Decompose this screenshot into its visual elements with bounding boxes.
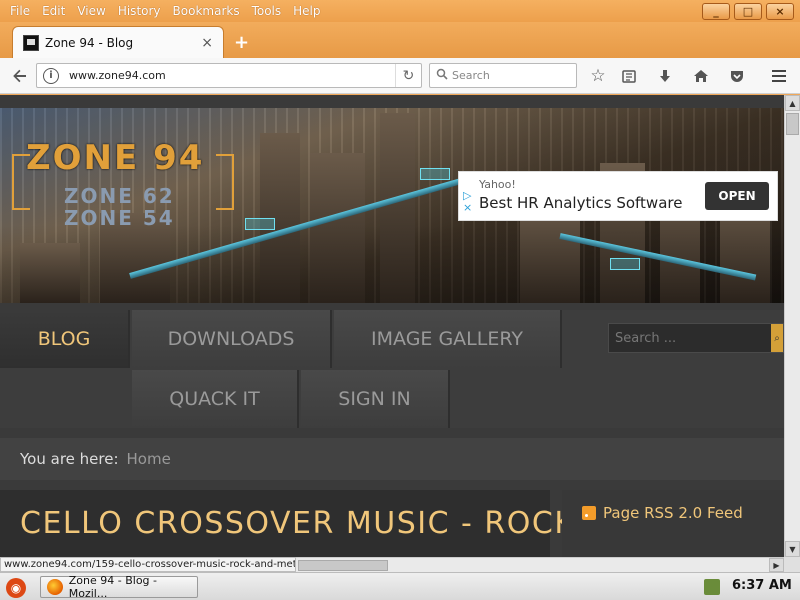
ubuntu-menu-icon[interactable]: ◉: [6, 578, 26, 598]
network-tray-icon[interactable]: [704, 579, 720, 595]
site-navigation: BLOG DOWNLOADS IMAGE GALLERY QUACK IT SI…: [0, 310, 784, 428]
scroll-right-icon[interactable]: ▶: [769, 558, 784, 572]
nav-downloads[interactable]: DOWNLOADS: [132, 310, 332, 368]
taskbar-firefox-window[interactable]: Zone 94 - Blog - Mozil...: [40, 574, 198, 600]
rss-feed-link[interactable]: Page RSS 2.0 Feed: [582, 504, 743, 522]
logo-subtext-1: ZONE 62: [64, 184, 175, 208]
scroll-down-icon[interactable]: ▼: [785, 541, 800, 557]
status-link-preview: www.zone94.com/159-cello-crossover-music…: [0, 557, 296, 572]
site-search-input[interactable]: [615, 330, 765, 346]
advertisement-banner[interactable]: ▷ × Yahoo! Best HR Analytics Software OPE…: [458, 171, 778, 221]
article-panel: CELLO CROSSOVER MUSIC - ROCK AND: [0, 490, 656, 557]
scroll-corner: [784, 557, 800, 572]
reading-list-icon[interactable]: [619, 66, 639, 86]
close-window-button[interactable]: ×: [766, 3, 794, 20]
ad-open-button[interactable]: OPEN: [705, 182, 769, 210]
rss-feed-label: Page RSS 2.0 Feed: [603, 504, 743, 522]
url-text[interactable]: www.zone94.com: [69, 69, 395, 82]
minimize-button[interactable]: _: [702, 3, 730, 20]
tab-strip: Zone 94 - Blog × +: [0, 22, 800, 58]
site-search-box[interactable]: ⌕: [608, 323, 784, 353]
taskbar-window-label: Zone 94 - Blog - Mozil...: [68, 574, 157, 600]
ad-provider: Yahoo!: [479, 178, 516, 191]
horizontal-scrollbar[interactable]: ▶: [296, 557, 784, 572]
system-clock[interactable]: 6:37 AM: [732, 578, 792, 593]
info-icon[interactable]: i: [43, 67, 59, 84]
menu-view[interactable]: View: [71, 4, 111, 18]
scroll-up-icon[interactable]: ▲: [785, 95, 800, 111]
vertical-scroll-thumb[interactable]: [786, 113, 799, 135]
menu-icon[interactable]: [769, 66, 789, 86]
menu-tools[interactable]: Tools: [246, 4, 288, 18]
download-icon[interactable]: [655, 66, 675, 86]
nav-quack-it[interactable]: QUACK IT: [132, 370, 299, 428]
close-tab-icon[interactable]: ×: [201, 35, 213, 51]
menu-edit[interactable]: Edit: [36, 4, 71, 18]
window-controls: _ □ ×: [702, 3, 794, 20]
ad-headline[interactable]: Best HR Analytics Software: [479, 194, 682, 212]
new-tab-button[interactable]: +: [234, 32, 249, 53]
rss-icon: [582, 506, 596, 520]
pocket-icon[interactable]: [727, 66, 747, 86]
logo-text: ZONE 94: [26, 138, 205, 178]
menu-history[interactable]: History: [112, 4, 167, 18]
breadcrumb: You are here: Home: [0, 438, 784, 480]
site-search-button[interactable]: ⌕: [771, 324, 783, 352]
back-arrow-icon[interactable]: [10, 66, 30, 86]
url-bar[interactable]: i www.zone94.com ↻: [36, 63, 422, 88]
navigation-toolbar: i www.zone94.com ↻ ☆: [0, 58, 800, 94]
site-favicon-icon: [23, 34, 39, 51]
tab-title: Zone 94 - Blog: [45, 35, 134, 50]
logo-subtext-2: ZONE 54: [64, 206, 175, 230]
nav-sign-in[interactable]: SIGN IN: [301, 370, 450, 428]
menu-help[interactable]: Help: [287, 4, 326, 18]
system-taskbar: ◉ Zone 94 - Blog - Mozil... 6:37 AM: [0, 572, 800, 600]
firefox-icon: [47, 579, 63, 595]
star-icon[interactable]: ☆: [588, 66, 608, 86]
breadcrumb-label: You are here:: [20, 450, 119, 468]
page-viewport: ZONE 94 ZONE 62 ZONE 54 ▷ × Yahoo! Best H…: [0, 95, 784, 557]
header-banner-image: ZONE 94 ZONE 62 ZONE 54 ▷ × Yahoo! Best H…: [0, 108, 784, 303]
reload-icon[interactable]: ↻: [395, 64, 421, 87]
search-icon: [436, 68, 448, 83]
vertical-scrollbar[interactable]: ▲ ▼: [784, 95, 800, 557]
adchoices-icon[interactable]: ▷ ×: [463, 190, 472, 214]
sidebar-panel: Page RSS 2.0 Feed: [562, 490, 784, 557]
home-icon[interactable]: [691, 66, 711, 86]
maximize-button[interactable]: □: [734, 3, 762, 20]
menu-file[interactable]: File: [4, 4, 36, 18]
horizontal-scroll-thumb[interactable]: [298, 560, 388, 571]
browser-search-input[interactable]: [452, 69, 562, 82]
tab-zone94-blog[interactable]: Zone 94 - Blog ×: [12, 26, 224, 58]
site-logo[interactable]: ZONE 94 ZONE 62 ZONE 54: [12, 132, 234, 232]
breadcrumb-home-link[interactable]: Home: [127, 450, 171, 468]
nav-image-gallery[interactable]: IMAGE GALLERY: [334, 310, 562, 368]
menu-bookmarks[interactable]: Bookmarks: [167, 4, 246, 18]
browser-search-box[interactable]: [429, 63, 577, 88]
nav-blog[interactable]: BLOG: [0, 310, 130, 368]
menu-bar: File Edit View History Bookmarks Tools H…: [0, 0, 800, 22]
